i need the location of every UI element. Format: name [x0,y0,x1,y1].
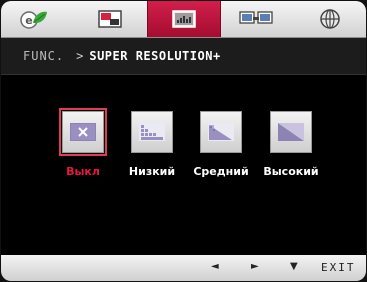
tab-function[interactable] [147,1,221,37]
medium-level-icon [208,123,234,141]
breadcrumb-root: FUNC. [23,49,65,63]
tab-eco[interactable]: e [1,1,67,37]
low-level-icon [139,123,165,141]
menu-tab-bar: e [1,1,366,38]
tab-picture[interactable] [74,1,146,37]
option-high[interactable]: Высокий [255,111,327,178]
option-medium-box[interactable] [200,111,242,153]
breadcrumb: FUNC. > SUPER RESOLUTION+ [1,38,366,75]
down-arrow-button[interactable]: ▼ [290,261,298,272]
option-high-box[interactable] [270,111,312,153]
option-low[interactable]: Низкий [116,111,188,178]
option-off-box[interactable] [59,108,107,156]
exit-button[interactable]: EXIT [321,261,356,274]
tab-setup[interactable] [293,1,366,37]
left-arrow-button[interactable]: ◄ [211,261,219,272]
option-medium-label: Средний [193,165,249,178]
option-low-label: Низкий [128,165,176,178]
page-title: SUPER RESOLUTION+ [89,49,221,63]
option-high-label: Высокий [263,165,319,178]
osd-footer: ◄ ► ▼ EXIT [1,255,366,281]
high-level-icon [278,123,304,141]
eco-leaf-icon: e [20,11,47,29]
option-medium[interactable]: Средний [185,111,257,178]
globe-setup-icon [319,9,340,29]
pip-dual-screen-icon [239,11,273,24]
option-low-box[interactable] [131,111,173,153]
option-off[interactable]: Выкл [47,108,119,178]
off-icon [70,123,96,141]
tab-dual-screen[interactable] [220,1,292,37]
function-icon [172,10,196,28]
picture-icon [98,10,122,28]
option-off-label: Выкл [66,165,100,178]
breadcrumb-separator: > [76,49,84,63]
svg-text:e: e [25,14,32,27]
right-arrow-button[interactable]: ► [251,261,259,272]
options-panel: Выкл Низкий Средний Высокий [1,75,366,255]
osd-menu: e FUNC. > SUPER RESOLUTION+ Выкл Низкий … [1,1,366,281]
